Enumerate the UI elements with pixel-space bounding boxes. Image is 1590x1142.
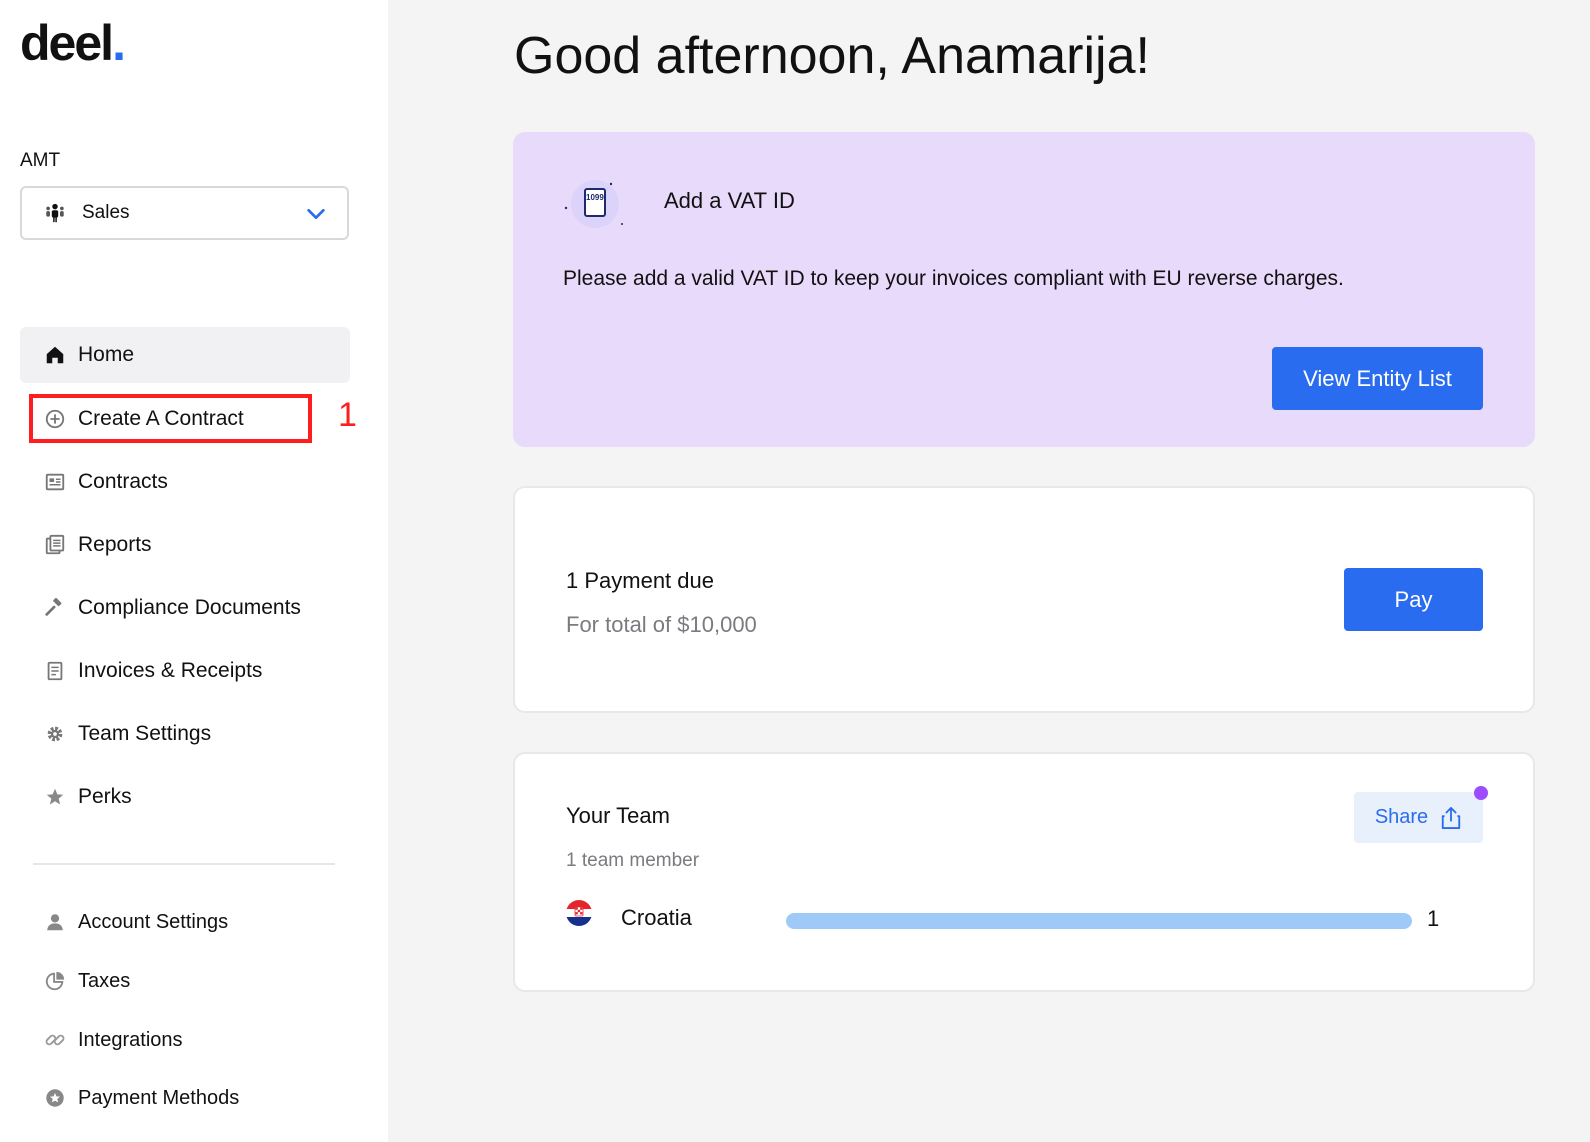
nav-item-label: Reports — [78, 533, 152, 556]
user-icon — [44, 911, 66, 933]
sidebar-divider — [33, 863, 335, 865]
tax-document-icon-label: 1099 — [586, 193, 604, 202]
page-greeting: Good afternoon, Anamarija! — [514, 27, 1150, 85]
sidebar: deel. AMT Sales Home Create A Contract C… — [0, 0, 388, 1142]
team-card-title: Your Team — [566, 803, 670, 828]
gear-icon — [44, 723, 66, 745]
invoice-icon — [44, 660, 66, 682]
annotation-highlight-box — [29, 394, 312, 443]
share-button-label: Share — [1374, 806, 1429, 828]
nav-item-invoices-receipts[interactable]: Invoices & Receipts — [20, 643, 350, 699]
team-member-count: 1 team member — [566, 850, 700, 871]
nav-item-perks[interactable]: Perks — [20, 769, 350, 825]
nav-item-payment-methods[interactable]: Payment Methods — [20, 1070, 350, 1126]
your-team-card: Your Team 1 team member Share Croatia 1 — [513, 752, 1535, 992]
annotation-step-number: 1 — [338, 396, 357, 434]
pay-button[interactable]: Pay — [1344, 568, 1483, 631]
nav-item-team-settings[interactable]: Team Settings — [20, 706, 350, 762]
deel-logo[interactable]: deel. — [20, 14, 126, 72]
payment-due-card: 1 Payment due For total of $10,000 Pay — [513, 486, 1535, 713]
gavel-icon — [44, 597, 66, 619]
nav-item-label: Perks — [78, 785, 132, 808]
team-icon — [46, 203, 64, 223]
nav-item-label: Payment Methods — [78, 1086, 240, 1109]
vat-card-title: Add a VAT ID — [664, 188, 795, 213]
nav-item-label: Account Settings — [78, 910, 229, 933]
team-select-value: Sales — [82, 202, 130, 223]
team-country-count: 1 — [1427, 906, 1440, 931]
logo-dot: . — [112, 15, 126, 71]
nav-item-taxes[interactable]: Taxes — [20, 953, 350, 1009]
nav-item-label: Integrations — [78, 1028, 183, 1051]
team-country-name: Croatia — [621, 905, 692, 930]
croatia-flag-icon — [566, 900, 592, 926]
payment-icon — [44, 1087, 66, 1109]
nav-item-label: Invoices & Receipts — [78, 659, 263, 682]
team-country-bar — [786, 913, 1412, 929]
nav-item-label: Taxes — [78, 969, 131, 992]
logo-text: deel — [20, 15, 114, 71]
share-button[interactable]: Share — [1354, 792, 1483, 843]
nav-item-label: Team Settings — [78, 722, 212, 745]
nav-item-compliance-documents[interactable]: Compliance Documents — [20, 580, 350, 636]
chevron-down-icon — [307, 208, 325, 220]
link-icon — [44, 1029, 66, 1051]
notification-dot — [1474, 786, 1488, 800]
nav-item-integrations[interactable]: Integrations — [20, 1012, 350, 1068]
payment-due-title: 1 Payment due — [566, 568, 714, 593]
organization-label: AMT — [20, 150, 61, 171]
nav-item-label: Compliance Documents — [78, 596, 301, 619]
vat-card-description: Please add a valid VAT ID to keep your i… — [563, 267, 1344, 290]
payment-due-total: For total of $10,000 — [566, 612, 757, 637]
nav-item-home[interactable]: Home — [20, 327, 350, 383]
reports-icon — [44, 534, 66, 556]
nav-item-label: Home — [78, 343, 135, 366]
pie-chart-icon — [44, 970, 66, 992]
team-country-bar-fill — [786, 913, 1412, 929]
nav-item-contracts[interactable]: Contracts — [20, 454, 350, 510]
view-entity-list-button[interactable]: View Entity List — [1272, 347, 1483, 410]
team-select[interactable]: Sales — [20, 186, 349, 240]
share-icon — [1442, 806, 1461, 829]
tax-document-icon: 1099 — [564, 180, 623, 228]
nav-item-account-settings[interactable]: Account Settings — [20, 894, 350, 950]
vat-id-card: 1099 Add a VAT ID Please add a valid VAT… — [513, 132, 1535, 447]
star-icon — [44, 786, 66, 808]
nav-item-reports[interactable]: Reports — [20, 517, 350, 573]
contracts-icon — [44, 471, 66, 493]
home-icon — [44, 344, 66, 366]
nav-item-label: Contracts — [78, 470, 168, 493]
